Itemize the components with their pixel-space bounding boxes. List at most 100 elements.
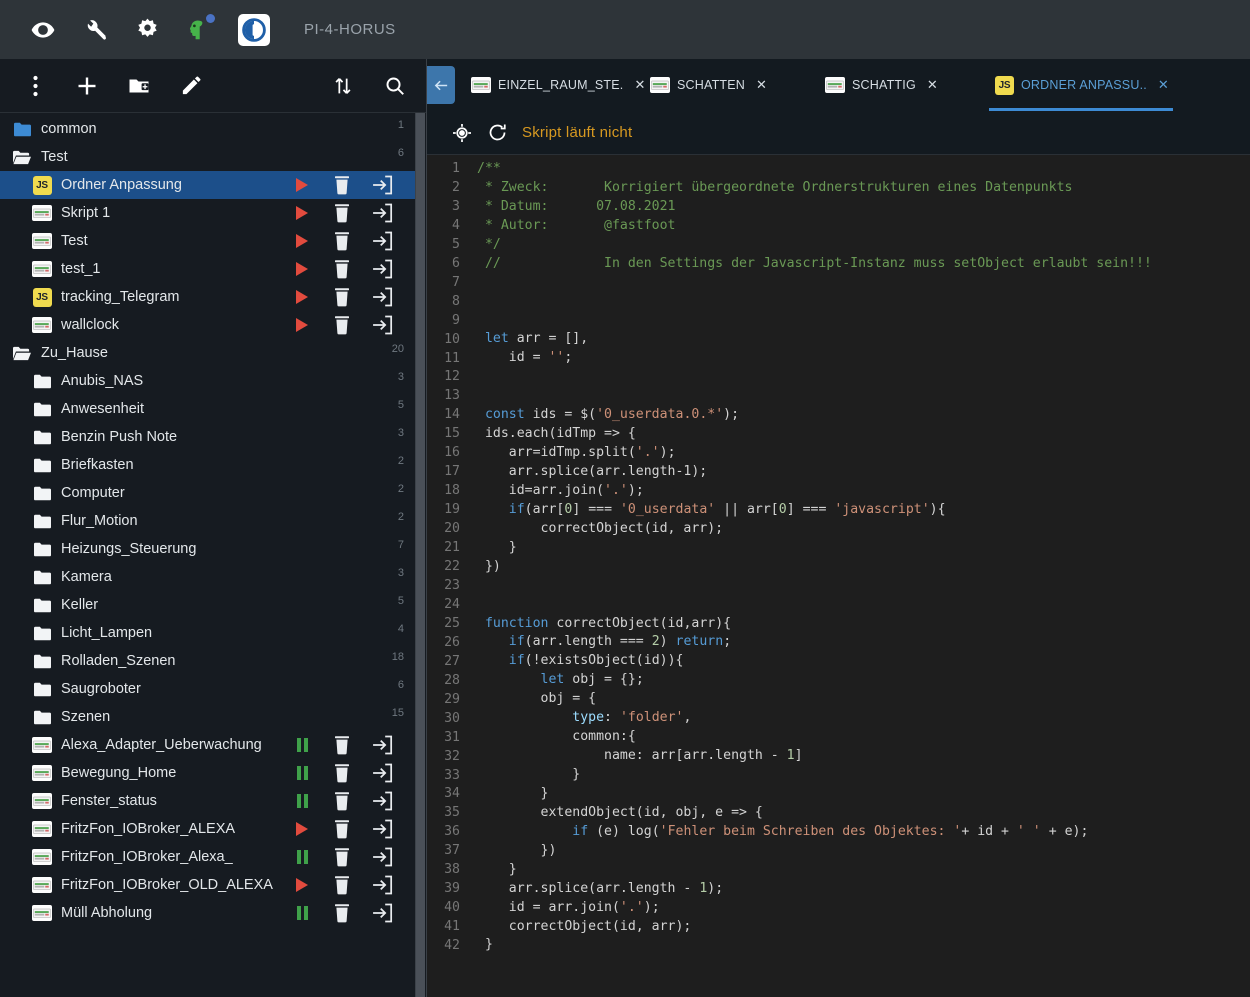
editor-tab[interactable]: SCHATTEN ✕ (642, 59, 773, 111)
tree-folder-row[interactable]: Szenen 15 (0, 703, 426, 731)
delete-script-button[interactable] (322, 872, 362, 898)
stop-script-button[interactable] (282, 788, 322, 814)
code-line[interactable]: obj = { (477, 690, 1250, 709)
tree-folder-row[interactable]: Heizungs_Steuerung 7 (0, 535, 426, 563)
run-script-button[interactable] (282, 872, 322, 898)
more-vert-icon[interactable] (22, 73, 48, 99)
add-icon[interactable] (74, 73, 100, 99)
code-line[interactable]: * Datum: 07.08.2021 (477, 198, 1250, 217)
code-line[interactable]: // In den Settings der Javascript-Instan… (477, 255, 1250, 274)
tree-folder-row[interactable]: Kamera 3 (0, 563, 426, 591)
code-line[interactable]: }) (477, 842, 1250, 861)
tree-script-row[interactable]: FritzFon_IOBroker_Alexa_ (0, 843, 426, 871)
code-line[interactable]: arr.splice(arr.length - 1); (477, 880, 1250, 899)
editor-tab[interactable]: JS ORDNER ANPASSU.. ✕ (987, 59, 1175, 111)
gear-icon[interactable] (132, 15, 162, 45)
sidebar-scrollbar-thumb[interactable] (416, 113, 425, 997)
delete-script-button[interactable] (322, 816, 362, 842)
eye-icon[interactable] (28, 15, 58, 45)
sidebar-scrollbar[interactable] (415, 113, 426, 997)
code-line[interactable] (477, 577, 1250, 596)
debug-target-icon[interactable] (451, 122, 473, 144)
run-script-button[interactable] (282, 256, 322, 282)
edit-icon[interactable] (178, 73, 204, 99)
code-line[interactable]: common:{ (477, 728, 1250, 747)
run-script-button[interactable] (282, 228, 322, 254)
export-script-button[interactable] (362, 284, 402, 310)
code-line[interactable] (477, 596, 1250, 615)
code-line[interactable]: if(arr[0] === '0_userdata' || arr[0] ===… (477, 501, 1250, 520)
code-editor[interactable]: 1 2 3 4 5 6 7 8 9 10 11 12 13 14 15 16 17 18 19 20 21 22 23 24 2… (427, 155, 1250, 997)
code-line[interactable]: type: 'folder', (477, 709, 1250, 728)
add-folder-icon[interactable] (126, 73, 152, 99)
tree-script-row[interactable]: wallclock (0, 311, 426, 339)
code-line[interactable]: /** (477, 160, 1250, 179)
code-line[interactable]: id=arr.join('.'); (477, 482, 1250, 501)
tree-script-row[interactable]: FritzFon_IOBroker_ALEXA (0, 815, 426, 843)
delete-script-button[interactable] (322, 844, 362, 870)
editor-tab[interactable]: EINZEL_RAUM_STE. ✕ (463, 59, 652, 111)
tree-folder-row[interactable]: Licht_Lampen 4 (0, 619, 426, 647)
export-script-button[interactable] (362, 872, 402, 898)
tab-close-button[interactable]: ✕ (756, 77, 767, 93)
tree-folder-row[interactable]: Anwesenheit 5 (0, 395, 426, 423)
code-line[interactable]: arr=idTmp.split('.'); (477, 444, 1250, 463)
script-tree[interactable]: common 1 Test 6 JS Ordner Anpassung Skript 1 Te… (0, 113, 426, 997)
code-line[interactable]: name: arr[arr.length - 1] (477, 747, 1250, 766)
tree-script-row[interactable]: Müll Abholung (0, 899, 426, 927)
editor-tabbar[interactable]: EINZEL_RAUM_STE. ✕ SCHATTEN ✕ SCHATTIG ✕ JS ORD… (427, 59, 1250, 111)
delete-script-button[interactable] (322, 732, 362, 758)
tree-script-row[interactable]: JS tracking_Telegram (0, 283, 426, 311)
code-line[interactable]: let arr = [], (477, 330, 1250, 349)
export-script-button[interactable] (362, 172, 402, 198)
delete-script-button[interactable] (322, 900, 362, 926)
code-line[interactable]: if(!existsObject(id)){ (477, 652, 1250, 671)
run-script-button[interactable] (282, 200, 322, 226)
code-line[interactable]: const ids = $('0_userdata.0.*'); (477, 406, 1250, 425)
code-line[interactable]: if (e) log('Fehler beim Schreiben des Ob… (477, 823, 1250, 842)
code-line[interactable]: arr.splice(arr.length-1); (477, 463, 1250, 482)
code-line[interactable]: let obj = {}; (477, 671, 1250, 690)
tree-folder-row[interactable]: Keller 5 (0, 591, 426, 619)
stop-script-button[interactable] (282, 760, 322, 786)
code-line[interactable]: correctObject(id, arr); (477, 520, 1250, 539)
stop-script-button[interactable] (282, 844, 322, 870)
delete-script-button[interactable] (322, 788, 362, 814)
code-line[interactable] (477, 368, 1250, 387)
tree-folder-row[interactable]: Rolladen_Szenen 18 (0, 647, 426, 675)
delete-script-button[interactable] (322, 760, 362, 786)
tree-script-row[interactable]: Bewegung_Home (0, 759, 426, 787)
code-line[interactable]: } (477, 539, 1250, 558)
export-script-button[interactable] (362, 788, 402, 814)
code-line[interactable] (477, 312, 1250, 331)
tree-script-row[interactable]: test_1 (0, 255, 426, 283)
code-line[interactable]: * Zweck: Korrigiert übergeordnete Ordner… (477, 179, 1250, 198)
stop-script-button[interactable] (282, 732, 322, 758)
run-script-button[interactable] (282, 172, 322, 198)
tree-script-row[interactable]: Alexa_Adapter_Ueberwachung (0, 731, 426, 759)
code-line[interactable] (477, 387, 1250, 406)
code-content[interactable]: /** * Zweck: Korrigiert übergeordnete Or… (469, 160, 1250, 997)
search-icon[interactable] (382, 73, 408, 99)
export-script-button[interactable] (362, 312, 402, 338)
tab-close-button[interactable]: ✕ (1158, 77, 1169, 93)
wrench-icon[interactable] (80, 15, 110, 45)
export-script-button[interactable] (362, 816, 402, 842)
tree-folder-row[interactable]: Saugroboter 6 (0, 675, 426, 703)
export-script-button[interactable] (362, 760, 402, 786)
export-script-button[interactable] (362, 732, 402, 758)
code-line[interactable]: } (477, 861, 1250, 880)
export-script-button[interactable] (362, 900, 402, 926)
tree-folder-row[interactable]: Computer 2 (0, 479, 426, 507)
stop-script-button[interactable] (282, 900, 322, 926)
tree-folder-row[interactable]: Briefkasten 2 (0, 451, 426, 479)
export-script-button[interactable] (362, 228, 402, 254)
delete-script-button[interactable] (322, 172, 362, 198)
run-script-button[interactable] (282, 816, 322, 842)
delete-script-button[interactable] (322, 284, 362, 310)
tree-script-row[interactable]: FritzFon_IOBroker_OLD_ALEXA (0, 871, 426, 899)
code-line[interactable] (477, 274, 1250, 293)
delete-script-button[interactable] (322, 228, 362, 254)
editor-tab[interactable]: SCHATTIG ✕ (817, 59, 944, 111)
brain-icon[interactable] (184, 13, 215, 45)
